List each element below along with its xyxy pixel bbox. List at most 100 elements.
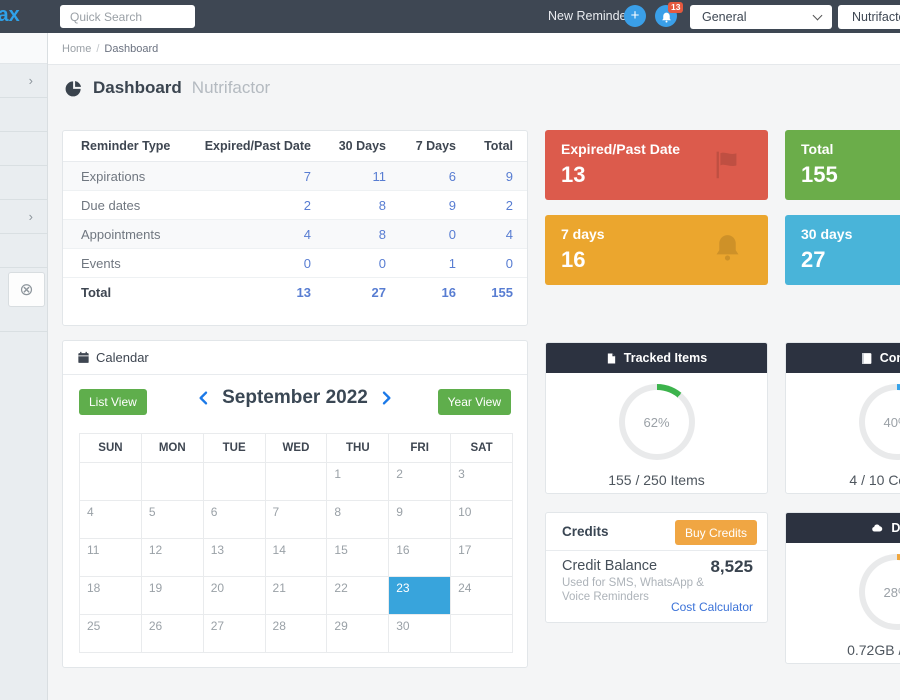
cell-value[interactable]: 0 xyxy=(311,249,386,278)
search-input[interactable] xyxy=(60,5,195,28)
day-cell[interactable]: 26 xyxy=(141,615,203,653)
day-cell[interactable]: 19 xyxy=(141,577,203,615)
stat-label: Total xyxy=(801,141,833,157)
day-cell[interactable]: 7 xyxy=(265,501,327,539)
day-cell[interactable] xyxy=(80,463,142,501)
day-cell[interactable] xyxy=(141,463,203,501)
cell-value[interactable]: 1 xyxy=(386,249,456,278)
cell-value[interactable]: 4 xyxy=(193,220,311,249)
cell-value[interactable]: 7 xyxy=(193,162,311,191)
cell-value[interactable]: 2 xyxy=(456,191,528,220)
cell-value[interactable]: 9 xyxy=(456,162,528,191)
day-cell[interactable]: 4 xyxy=(80,501,142,539)
col-total: Total xyxy=(456,131,528,162)
day-cell[interactable]: 22 xyxy=(327,577,389,615)
page-title: Dashboard xyxy=(93,78,182,98)
day-cell-selected[interactable]: 23 xyxy=(389,577,451,615)
day-cell[interactable]: 25 xyxy=(80,615,142,653)
cell-value[interactable]: 11 xyxy=(311,162,386,191)
cell-value[interactable]: 0 xyxy=(456,249,528,278)
table-row: Appointments 4 8 0 4 xyxy=(63,220,528,249)
row-label: Expirations xyxy=(63,162,193,191)
stat-card-7days[interactable]: 7 days 16 xyxy=(545,215,768,285)
sidebar-item-3[interactable] xyxy=(0,132,47,166)
cell-value[interactable]: 0 xyxy=(386,220,456,249)
next-month-icon[interactable] xyxy=(378,390,394,406)
new-reminder-button[interactable]: + xyxy=(624,5,646,27)
notification-count-badge: 13 xyxy=(668,2,683,13)
credits-header: Credits Buy Credits xyxy=(546,513,767,551)
day-cell[interactable]: 10 xyxy=(451,501,513,539)
account-box[interactable]: Nutrifactor xyxy=(838,5,900,29)
cell-value[interactable]: 2 xyxy=(193,191,311,220)
stat-value: 27 xyxy=(801,247,825,273)
stat-label: Expired/Past Date xyxy=(561,141,680,157)
sidebar-item-4[interactable] xyxy=(0,166,47,200)
stat-card-total[interactable]: Total 155 xyxy=(785,130,900,200)
breadcrumb-home[interactable]: Home xyxy=(62,43,91,55)
table-row: Due dates 2 8 9 2 xyxy=(63,191,528,220)
gauge-percent: 62% xyxy=(619,415,695,430)
widget-title: Tracked Items xyxy=(624,351,707,365)
day-cell[interactable]: 24 xyxy=(451,577,513,615)
year-view-button[interactable]: Year View xyxy=(438,389,511,415)
table-total-row: Total 13 27 16 155 xyxy=(63,278,528,307)
col-reminder-type: Reminder Type xyxy=(63,131,193,162)
contacts-gauge: 40% xyxy=(859,384,900,460)
cell-value[interactable]: 4 xyxy=(456,220,528,249)
day-cell[interactable]: 15 xyxy=(327,539,389,577)
cost-calculator-link[interactable]: Cost Calculator xyxy=(671,600,753,614)
day-cell[interactable]: 14 xyxy=(265,539,327,577)
day-cell[interactable]: 1 xyxy=(327,463,389,501)
stat-label: 30 days xyxy=(801,226,852,242)
page-subtitle: Nutrifactor xyxy=(192,78,270,98)
team-select[interactable]: General xyxy=(690,5,832,29)
stat-card-expired[interactable]: Expired/Past Date 13 xyxy=(545,130,768,200)
cell-value[interactable]: 8 xyxy=(311,220,386,249)
day-cell[interactable]: 3 xyxy=(451,463,513,501)
sidebar-collapse-button[interactable]: ⊗ xyxy=(8,272,45,307)
day-cell[interactable]: 13 xyxy=(203,539,265,577)
reminder-summary-card: Reminder Type Expired/Past Date 30 Days … xyxy=(62,130,528,326)
day-cell[interactable]: 12 xyxy=(141,539,203,577)
day-cell[interactable]: 17 xyxy=(451,539,513,577)
day-header: SUN xyxy=(80,434,142,463)
cell-value[interactable]: 6 xyxy=(386,162,456,191)
sidebar-item-2[interactable] xyxy=(0,98,47,132)
top-navbar: lax New Reminder + 13 General Nutrifacto… xyxy=(0,0,900,33)
stat-card-30days[interactable]: 30 days 27 xyxy=(785,215,900,285)
day-cell[interactable]: 5 xyxy=(141,501,203,539)
day-cell[interactable]: 6 xyxy=(203,501,265,539)
day-cell[interactable]: 29 xyxy=(327,615,389,653)
cell-value[interactable]: 9 xyxy=(386,191,456,220)
day-cell[interactable]: 28 xyxy=(265,615,327,653)
calendar-grid: SUN MON TUE WED THU FRI SAT 1 2 3 xyxy=(79,433,513,653)
col-30days: 30 Days xyxy=(311,131,386,162)
prev-month-icon[interactable] xyxy=(196,390,212,406)
day-cell[interactable]: 18 xyxy=(80,577,142,615)
widget-title: Drive xyxy=(891,521,900,535)
day-cell[interactable]: 30 xyxy=(389,615,451,653)
day-cell[interactable]: 2 xyxy=(389,463,451,501)
day-cell[interactable]: 16 xyxy=(389,539,451,577)
cell-value[interactable]: 8 xyxy=(311,191,386,220)
day-cell[interactable]: 20 xyxy=(203,577,265,615)
day-cell[interactable] xyxy=(265,463,327,501)
tracked-items-gauge: 62% xyxy=(619,384,695,460)
day-cell[interactable]: 21 xyxy=(265,577,327,615)
buy-credits-button[interactable]: Buy Credits xyxy=(675,520,757,545)
day-cell[interactable] xyxy=(451,615,513,653)
day-cell[interactable]: 8 xyxy=(327,501,389,539)
row-label: Total xyxy=(63,278,193,307)
cell-value: 16 xyxy=(386,278,456,307)
day-cell[interactable]: 11 xyxy=(80,539,142,577)
day-cell[interactable]: 27 xyxy=(203,615,265,653)
app-logo[interactable]: lax xyxy=(0,4,20,27)
sidebar-item-6[interactable] xyxy=(0,234,47,268)
day-cell[interactable] xyxy=(203,463,265,501)
tracked-items-count: 155 / 250 Items xyxy=(546,472,767,488)
cell-value[interactable]: 0 xyxy=(193,249,311,278)
day-cell[interactable]: 9 xyxy=(389,501,451,539)
sidebar-item-5[interactable]: › xyxy=(0,200,47,234)
sidebar-item-1[interactable]: › xyxy=(0,64,47,98)
